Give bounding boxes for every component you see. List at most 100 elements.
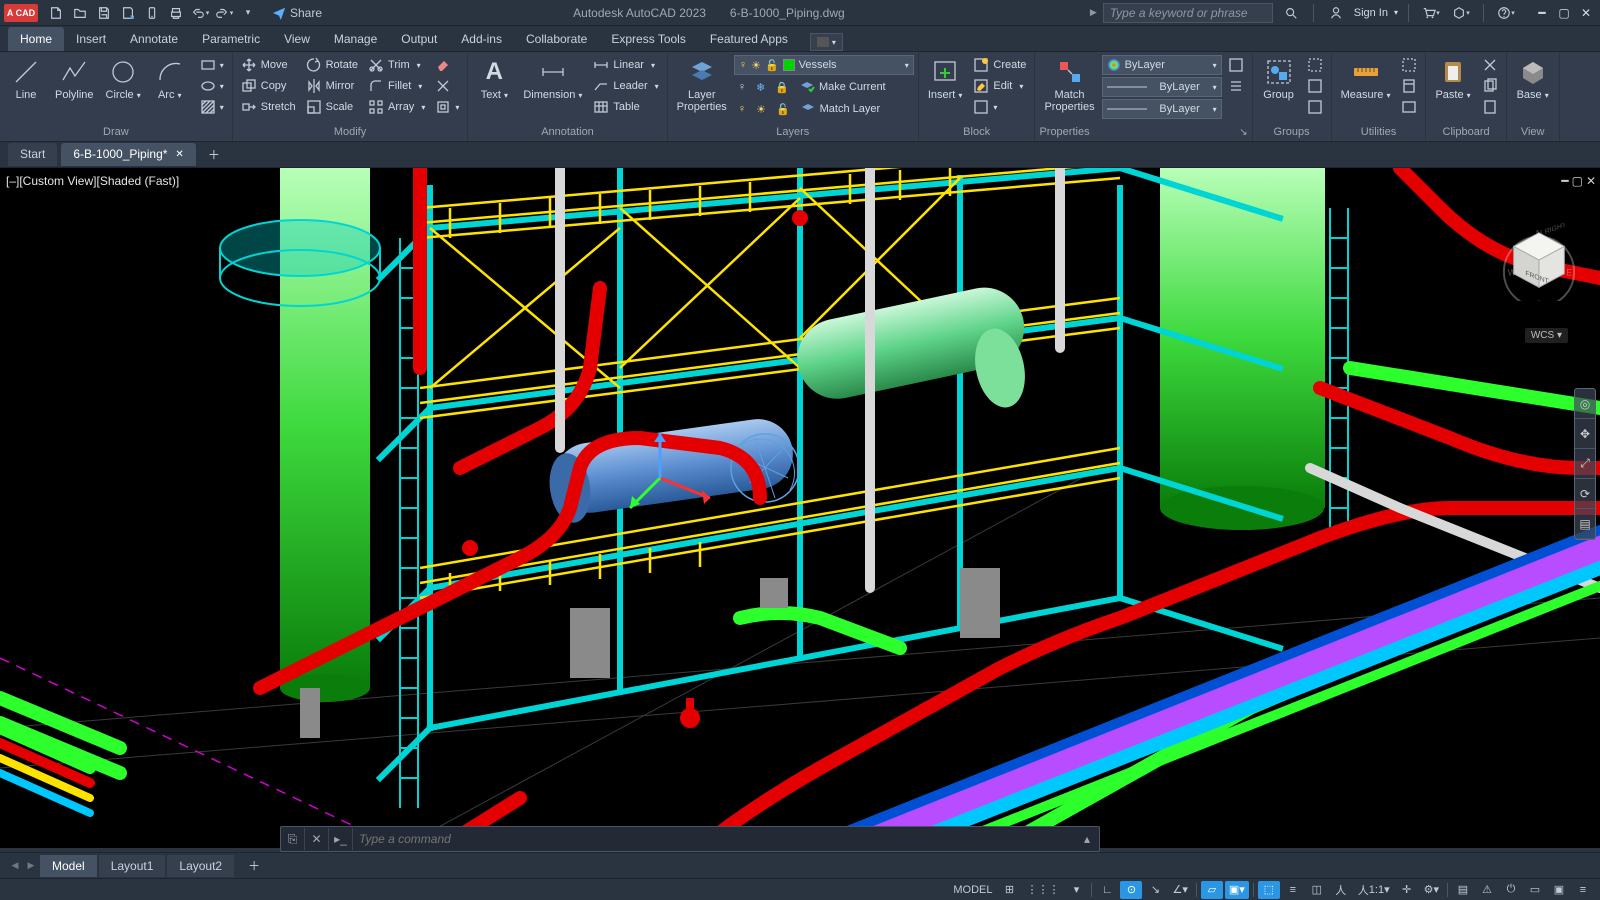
wcs-badge[interactable]: WCS ▾ [1525, 328, 1568, 343]
move-button[interactable]: Move [237, 55, 300, 75]
signin-label[interactable]: Sign In [1354, 7, 1388, 19]
osnap-icon[interactable]: ▱ [1201, 881, 1223, 899]
linetype-dropdown[interactable]: ByLayer▾ [1102, 99, 1222, 119]
transparency-toggle-icon[interactable]: ◫ [1306, 881, 1328, 899]
tab-output[interactable]: Output [389, 27, 449, 51]
snap-icon[interactable]: ⋮⋮⋮ [1022, 881, 1063, 899]
polyline-button[interactable]: Polyline [50, 55, 99, 101]
panel-title-draw[interactable]: Draw [4, 124, 228, 140]
full-nav-wheel-icon[interactable]: ◎ [1575, 389, 1595, 419]
app-logo[interactable]: A CAD [4, 4, 38, 22]
insert-block-button[interactable]: Insert ▾ [923, 55, 968, 102]
linear-button[interactable]: Linear▾ [589, 55, 662, 75]
search-icon[interactable] [1280, 3, 1302, 23]
webmobile-icon[interactable] [141, 3, 163, 23]
quickcalc-icon[interactable] [1397, 76, 1421, 96]
saveas-icon[interactable] [117, 3, 139, 23]
copy-clip-icon[interactable] [1478, 76, 1502, 96]
model-space-button[interactable]: MODEL [949, 881, 996, 899]
select-all-icon[interactable] [1397, 55, 1421, 75]
share-button[interactable]: Share [266, 6, 328, 20]
tab-parametric[interactable]: Parametric [190, 27, 272, 51]
arc-button[interactable]: Arc ▾ [148, 55, 192, 102]
tab-insert[interactable]: Insert [64, 27, 118, 51]
rotate-button[interactable]: Rotate [302, 55, 362, 75]
tab-expresstools[interactable]: Express Tools [599, 27, 697, 51]
layer-thaw-icon[interactable]: ☀ [752, 99, 770, 119]
ribbon-overflow[interactable]: ▾ [810, 33, 843, 51]
hatch-icon[interactable]: ▾ [196, 97, 228, 117]
a360-icon[interactable]: ▾ [1450, 3, 1472, 23]
dynamic-input-icon[interactable]: ⬚ [1258, 881, 1280, 899]
vp-max-icon[interactable]: ▢ [1572, 174, 1583, 188]
orbit-icon[interactable]: ⟳ [1575, 479, 1595, 509]
panel-title-utilities[interactable]: Utilities [1336, 124, 1422, 140]
panel-title-view[interactable]: View [1511, 124, 1555, 140]
circle-button[interactable]: Circle ▾ [101, 55, 146, 102]
filterselection-icon[interactable]: ▤ [1452, 881, 1474, 899]
layout-model[interactable]: Model [40, 855, 97, 877]
line-button[interactable]: Line [4, 55, 48, 101]
array-button[interactable]: Array▾ [364, 97, 429, 117]
cycling-icon[interactable]: 人 [1330, 881, 1352, 899]
window-min-icon[interactable]: ━ [1532, 4, 1552, 22]
fillet-button[interactable]: Fillet▾ [364, 76, 429, 96]
stretch-button[interactable]: Stretch [237, 97, 300, 117]
rectangle-icon[interactable]: ▾ [196, 55, 228, 75]
paste-special-icon[interactable] [1478, 97, 1502, 117]
leader-button[interactable]: Leader▾ [589, 76, 662, 96]
isolate-icon[interactable]: ▭ [1524, 881, 1546, 899]
window-close-icon[interactable]: ✕ [1576, 4, 1596, 22]
tab-collaborate[interactable]: Collaborate [514, 27, 599, 51]
user-icon[interactable] [1325, 3, 1347, 23]
copy-button[interactable]: Copy [237, 76, 300, 96]
ellipse-icon[interactable]: ▾ [196, 76, 228, 96]
file-tab-start[interactable]: Start [8, 143, 57, 166]
color-dropdown[interactable]: ByLayer▾ [1102, 55, 1222, 75]
group-edit-icon[interactable] [1303, 76, 1327, 96]
command-input[interactable] [353, 832, 1075, 846]
explode-icon[interactable] [431, 76, 463, 96]
group-bbox-icon[interactable] [1303, 97, 1327, 117]
panel-title-modify[interactable]: Modify [237, 124, 464, 140]
window-max-icon[interactable]: ▢ [1554, 4, 1574, 22]
layer-lock-icon[interactable]: 🔒 [771, 77, 793, 97]
annotation-monitor-icon[interactable]: ⚠ [1476, 881, 1498, 899]
hardware-accel-icon[interactable]: ⏻ [1500, 881, 1522, 899]
vp-min-icon[interactable]: ━ [1561, 174, 1568, 188]
paste-button[interactable]: Paste ▾ [1430, 55, 1475, 102]
layer-freeze-icon[interactable]: ❄ [752, 77, 769, 97]
otrack-icon[interactable]: ∠▾ [1168, 881, 1191, 899]
isodraft-icon[interactable]: ↘ [1144, 881, 1166, 899]
transparency-icon[interactable] [1224, 55, 1248, 75]
3dosnap-icon[interactable]: ▣▾ [1225, 881, 1249, 899]
offset-icon[interactable]: ▾ [431, 97, 463, 117]
panel-title-groups[interactable]: Groups [1257, 124, 1327, 140]
viewcube[interactable]: NEWS FRONT RIGHT [1500, 223, 1578, 301]
scroll-left-icon[interactable]: ◀ [8, 860, 22, 871]
annoscale-icon[interactable]: 人1:1▾ [1354, 881, 1394, 899]
new-tab-icon[interactable]: ＋ [200, 142, 228, 167]
panel-title-properties[interactable]: Properties↘ [1039, 124, 1247, 140]
pan-icon[interactable]: ✥ [1575, 419, 1595, 449]
status-more-icon[interactable]: ▾ [1065, 881, 1087, 899]
tab-annotate[interactable]: Annotate [118, 27, 190, 51]
base-view-button[interactable]: Base ▾ [1511, 55, 1555, 102]
layout-1[interactable]: Layout1 [99, 855, 166, 877]
cart-icon[interactable]: ▾ [1420, 3, 1442, 23]
group-button[interactable]: Group [1257, 55, 1301, 101]
viewport-label[interactable]: [–][Custom View][Shaded (Fast)] [6, 174, 179, 188]
close-tab-icon[interactable]: ✕ [175, 149, 183, 160]
scale-button[interactable]: Scale [302, 97, 362, 117]
new-icon[interactable] [45, 3, 67, 23]
workspace-icon[interactable]: ⚙▾ [1420, 881, 1443, 899]
ungroup-icon[interactable] [1303, 55, 1327, 75]
match-layer-button[interactable]: Match Layer [796, 99, 885, 119]
erase-icon[interactable] [431, 55, 463, 75]
tab-view[interactable]: View [272, 27, 322, 51]
lineweight-toggle-icon[interactable]: ≡ [1282, 881, 1304, 899]
plot-icon[interactable] [165, 3, 187, 23]
layer-unlock-icon[interactable]: 🔓 [772, 99, 794, 119]
trim-button[interactable]: Trim▾ [364, 55, 429, 75]
tab-manage[interactable]: Manage [322, 27, 389, 51]
